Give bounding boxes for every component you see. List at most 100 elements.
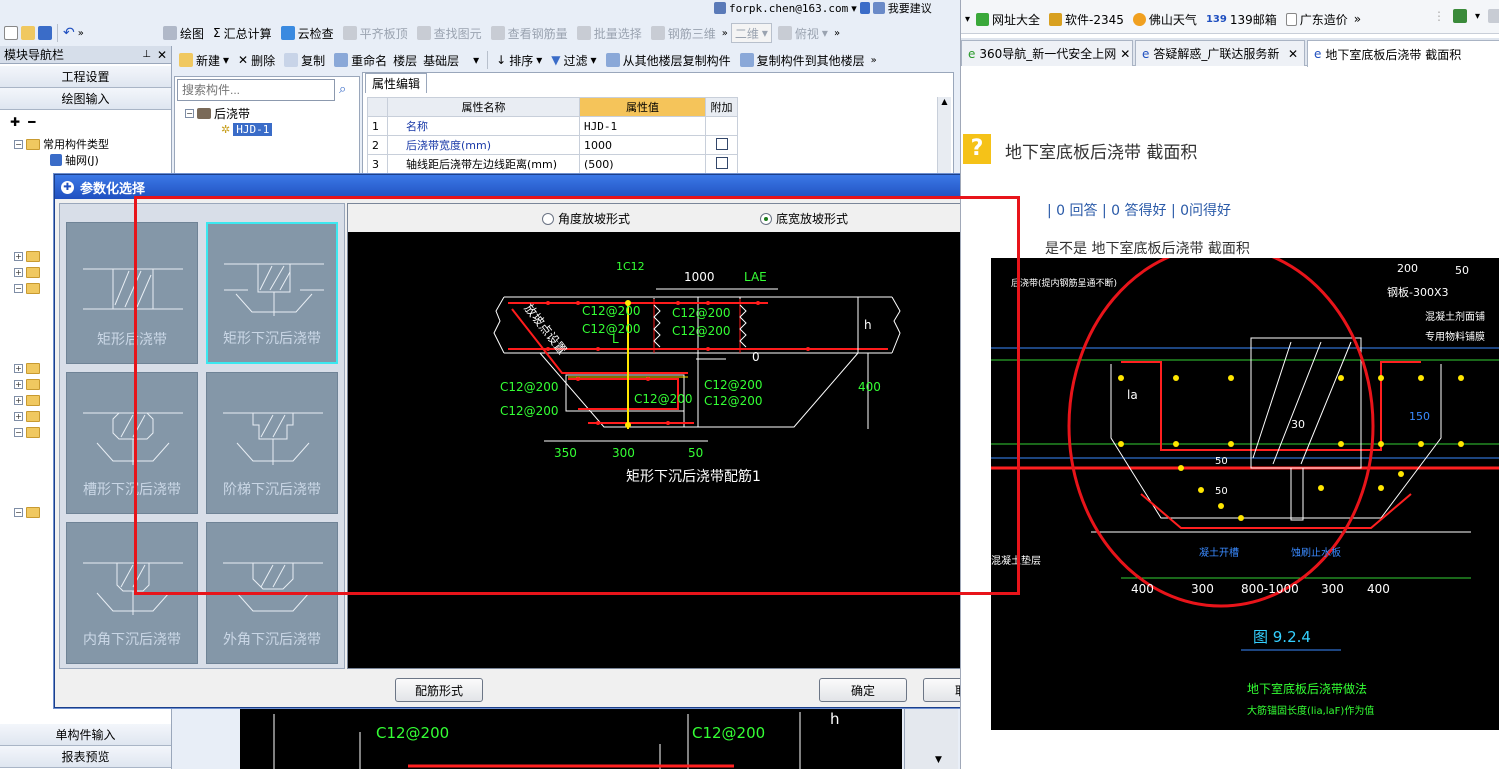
single-input-button[interactable]: 单构件输入	[0, 724, 171, 746]
browser-tab[interactable]: e 360导航_新一代安全上网 ✕	[961, 40, 1133, 66]
tree-node-axis[interactable]: 轴网(J)	[0, 152, 170, 168]
chevron-right-icon[interactable]: »	[871, 55, 877, 66]
close-icon[interactable]: ✕	[1284, 47, 1298, 61]
view-angle-select[interactable]: 俯视 ▾	[775, 23, 831, 43]
table-row[interactable]: 1 名称 HJD-1	[367, 116, 738, 136]
collapse-icon[interactable]: −	[14, 283, 23, 293]
sum-calc-button[interactable]: Σ 汇总计算	[210, 23, 275, 43]
similar-question[interactable]: 是不是 地下室底板后浇带 截面积	[1045, 238, 1250, 258]
checkbox[interactable]	[715, 156, 728, 169]
bookmark-item[interactable]: 139 139邮箱	[1203, 9, 1280, 29]
browser-tab-active[interactable]: e 地下室底板后浇带 截面积	[1307, 40, 1499, 67]
component-item[interactable]: ✲ HJD-1	[221, 121, 273, 137]
close-icon[interactable]: ✕	[1116, 47, 1130, 61]
undo-icon[interactable]: ↶	[63, 25, 75, 41]
batch-select-button[interactable]: 批量选择	[574, 23, 645, 43]
question-stats[interactable]: | 0 回答 | 0 答得好 | 0问得好	[1047, 200, 1231, 220]
tile-rect-strip[interactable]: 矩形后浇带	[66, 222, 198, 364]
more-icon[interactable]: ⋮	[1433, 9, 1445, 23]
row-value[interactable]: HJD-1	[579, 116, 706, 136]
find-element-button[interactable]: 查找图元	[414, 23, 485, 43]
table-row[interactable]: 3 轴线距后浇带左边线距离(mm) (500)	[367, 154, 738, 174]
floor-select[interactable]: 基础层 ▾	[420, 50, 482, 70]
chevron-right-icon[interactable]: »	[834, 28, 840, 39]
radio-angle-slope[interactable]: 角度放坡形式	[541, 210, 630, 227]
row-value[interactable]: (500)	[579, 154, 706, 174]
rebar-3d-button[interactable]: 钢筋三维	[648, 23, 719, 43]
collapse-icon[interactable]: −	[185, 108, 194, 118]
copy-button[interactable]: 复制	[281, 50, 328, 70]
menu-icon[interactable]	[1488, 9, 1499, 23]
view-rebar-button[interactable]: 查看钢筋量	[488, 23, 571, 43]
apps-icon[interactable]	[1453, 9, 1467, 23]
search-icon[interactable]: ⌕	[339, 82, 346, 97]
expand-all-icon[interactable]: ✚	[10, 115, 20, 129]
tile-rect-sunken-strip[interactable]: 矩形下沉后浇带	[206, 222, 338, 364]
expand-icon[interactable]: +	[14, 395, 23, 405]
chevron-right-icon[interactable]: »	[1354, 12, 1361, 26]
ok-button[interactable]: 确定	[819, 678, 907, 702]
collapse-all-icon[interactable]: ━	[28, 115, 35, 129]
chevron-down-icon[interactable]: ▾	[851, 2, 857, 15]
sort-button[interactable]: ↓ 排序 ▾	[493, 50, 545, 70]
collapse-icon[interactable]: −	[14, 507, 23, 517]
new-component-button[interactable]: 新建 ▾	[176, 50, 232, 70]
report-preview-button[interactable]: 报表预览	[0, 746, 171, 768]
tab-property-edit[interactable]: 属性编辑	[365, 73, 428, 93]
scroll-up-icon[interactable]: ▲	[938, 97, 951, 106]
collapse-icon[interactable]: −	[14, 139, 23, 149]
tile-trough-sunken-strip[interactable]: 槽形下沉后浇带	[66, 372, 198, 514]
open-folder-icon[interactable]	[21, 26, 35, 40]
table-row[interactable]: 2 后浇带宽度(mm) 1000	[367, 135, 738, 155]
drawing-input-button[interactable]: 绘图输入	[0, 88, 171, 110]
expand-icon[interactable]: +	[14, 411, 23, 421]
delete-button[interactable]: ✕ 删除	[235, 50, 278, 70]
expand-icon[interactable]: +	[14, 251, 23, 261]
project-settings-button[interactable]: 工程设置	[0, 66, 171, 88]
browser-tab[interactable]: e 答疑解惑_广联达服务新 ✕	[1135, 40, 1305, 66]
bookmark-item[interactable]: 软件-2345	[1046, 9, 1127, 29]
component-search-input[interactable]	[177, 79, 335, 101]
new-file-icon[interactable]	[4, 26, 18, 40]
copy-to-floor-button[interactable]: 复制构件到其他楼层	[737, 50, 868, 70]
chevron-down-icon[interactable]: ▾	[965, 14, 970, 25]
expand-icon[interactable]: +	[14, 379, 23, 389]
copy-from-floor-button[interactable]: 从其他楼层复制构件	[603, 50, 734, 70]
flat-top-button[interactable]: 平齐板顶	[340, 23, 411, 43]
tile-step-sunken-strip[interactable]: 阶梯下沉后浇带	[206, 372, 338, 514]
chevron-right-icon[interactable]: »	[722, 28, 728, 39]
row-value[interactable]: 1000	[579, 135, 706, 155]
bookmark-item[interactable]: 佛山天气	[1130, 9, 1200, 29]
expand-icon[interactable]: +	[14, 267, 23, 277]
filter-button[interactable]: ▼ 过滤 ▾	[548, 50, 599, 70]
cancel-button[interactable]: 取消	[923, 678, 960, 702]
dialog-titlebar[interactable]: ✚ 参数化选择 ✕	[55, 175, 960, 199]
scroll-down-icon[interactable]: ▼	[935, 755, 942, 765]
user-email[interactable]: forpk.chen@163.com	[729, 2, 848, 15]
scrollbar[interactable]: ▲	[937, 97, 951, 175]
collapse-icon[interactable]: −	[14, 427, 23, 437]
bookmark-item[interactable]: 广东造价	[1283, 9, 1351, 29]
checkbox[interactable]	[715, 137, 728, 150]
expand-icon[interactable]: +	[14, 363, 23, 373]
view-mode-select[interactable]: 二维 ▾	[730, 23, 772, 43]
suggest-link[interactable]: 我要建议	[888, 0, 932, 16]
close-icon[interactable]: ✕	[157, 48, 167, 62]
draw-button[interactable]: 绘图	[160, 23, 207, 43]
bookmark-item[interactable]: 网址大全	[973, 9, 1043, 29]
pin-icon[interactable]: ⊥	[142, 49, 151, 60]
radio-button-checked[interactable]	[760, 212, 772, 225]
tree-node-root[interactable]: − 常用构件类型	[0, 136, 170, 152]
chevron-down-icon[interactable]: ▾	[1475, 11, 1480, 22]
tile-inner-corner-sunken-strip[interactable]: 内角下沉后浇带	[66, 522, 198, 664]
rename-button[interactable]: 重命名	[331, 50, 390, 70]
component-group[interactable]: − 后浇带	[185, 105, 250, 121]
chevron-right-icon[interactable]: »	[78, 28, 84, 39]
cloud-check-button[interactable]: 云检查	[278, 23, 337, 43]
rebar-form-button[interactable]: 配筋形式	[395, 678, 483, 702]
radio-button[interactable]	[541, 212, 554, 225]
save-icon[interactable]	[38, 26, 52, 40]
pin-icon[interactable]	[859, 2, 870, 14]
tile-outer-corner-sunken-strip[interactable]: 外角下沉后浇带	[206, 522, 338, 664]
radio-width-slope[interactable]: 底宽放坡形式	[760, 210, 848, 227]
